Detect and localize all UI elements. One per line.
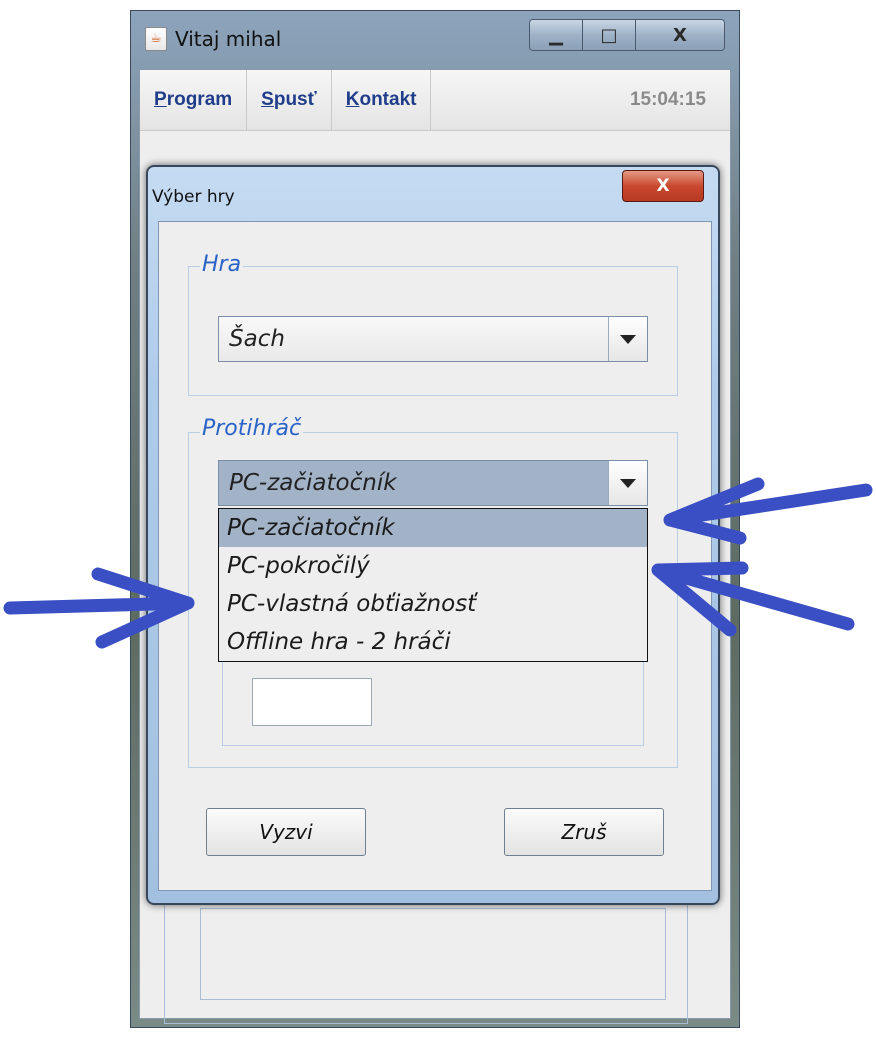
annotation-arrows: [3, 477, 873, 649]
annotation-arrow-right-top: [663, 477, 873, 545]
annotation-arrow-right-bottom: [651, 561, 855, 637]
annotation-arrow-left: [3, 567, 195, 649]
